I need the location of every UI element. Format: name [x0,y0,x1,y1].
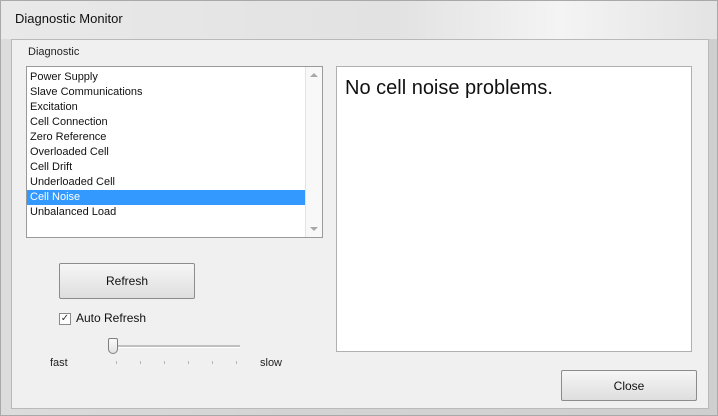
close-button[interactable]: Close [561,370,697,401]
refresh-button[interactable]: Refresh [59,263,195,299]
slider-fast-label: fast [50,357,68,369]
auto-refresh-checkbox[interactable]: ✓ [59,313,71,325]
diagnostic-listbox[interactable]: Power Supply Slave Communications Excitati… [26,66,323,238]
diagnostic-list-item[interactable]: Slave Communications [27,85,306,100]
scroll-down-arrow-icon[interactable] [310,227,318,231]
dialog-body: Diagnostic Power Supply Slave Communicati… [11,39,709,409]
refresh-rate-slider-thumb[interactable] [108,338,118,354]
diagnostic-list-item[interactable]: Unbalanced Load [27,205,306,220]
diagnostic-result-panel: No cell noise problems. [336,66,692,352]
title-bar[interactable]: Diagnostic Monitor [1,1,717,39]
checkmark-icon: ✓ [60,313,70,324]
diagnostic-list-item[interactable]: Overloaded Cell [27,145,306,160]
list-scrollbar[interactable] [305,67,322,237]
diagnostic-list-item[interactable]: Power Supply [27,70,306,85]
diagnostic-group-label: Diagnostic [28,46,80,58]
slider-tick [236,361,237,364]
result-message: No cell noise problems. [345,77,553,99]
slider-tick [188,361,189,364]
diagnostic-list-item[interactable]: Excitation [27,100,306,115]
slider-tick [140,361,141,364]
window-title: Diagnostic Monitor [15,11,123,26]
diagnostic-list-item[interactable]: Cell Drift [27,160,306,175]
auto-refresh-label[interactable]: Auto Refresh [76,311,146,325]
diagnostic-list-items: Power Supply Slave Communications Excitati… [27,70,306,220]
scroll-up-arrow-icon[interactable] [310,73,318,77]
slider-tick [164,361,165,364]
diagnostic-list-item[interactable]: Zero Reference [27,130,306,145]
slider-tick [116,361,117,364]
slider-slow-label: slow [260,357,283,369]
diagnostic-list-item[interactable]: Cell Noise [27,190,306,205]
slider-tick [212,361,213,364]
refresh-rate-slider-track[interactable] [112,345,240,348]
diagnostic-monitor-window: Diagnostic Monitor Diagnostic Power Supp… [0,0,718,416]
diagnostic-list-item[interactable]: Underloaded Cell [27,175,306,190]
diagnostic-list-item[interactable]: Cell Connection [27,115,306,130]
